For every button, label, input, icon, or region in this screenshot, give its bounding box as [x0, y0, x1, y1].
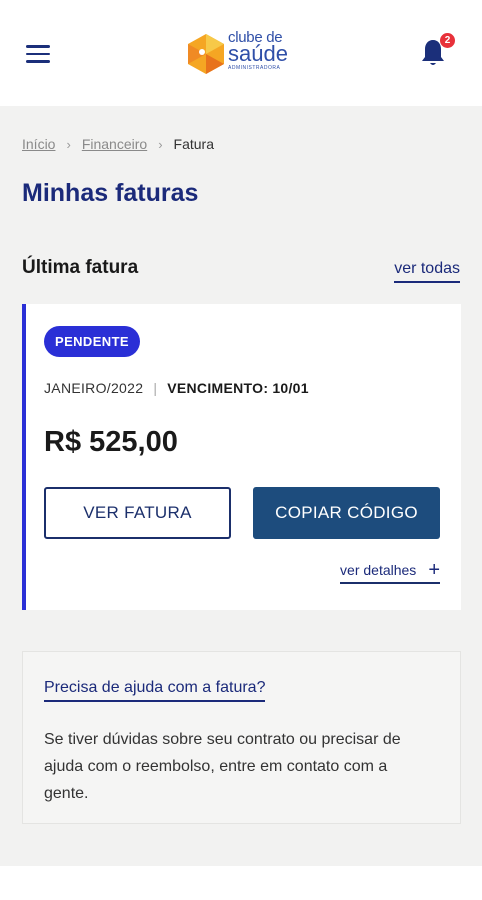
breadcrumb: Início › Financeiro › Fatura	[22, 136, 214, 152]
clube-de-saude-logo: clube de saúde ADMINISTRADORA	[186, 30, 298, 78]
invoice-card: PENDENTE JANEIRO/2022 | VENCIMENTO: 10/0…	[22, 304, 461, 610]
invoice-period: JANEIRO/2022	[44, 380, 144, 396]
main-content: Início › Financeiro › Fatura Minhas fatu…	[0, 106, 482, 866]
logo-hexagon-icon	[188, 34, 224, 74]
view-invoice-button[interactable]: VER FATURA	[44, 487, 231, 539]
due-date-value: 10/01	[272, 380, 309, 396]
hamburger-menu-icon[interactable]	[26, 45, 50, 63]
logo-text-sub: ADMINISTRADORA	[228, 65, 281, 71]
chevron-right-icon: ›	[66, 136, 71, 152]
app-header: clube de saúde ADMINISTRADORA 2	[0, 0, 482, 106]
help-text: Se tiver dúvidas sobre seu contrato ou p…	[44, 731, 401, 802]
due-date-label: VENCIMENTO:	[167, 380, 269, 396]
meta-divider: |	[153, 380, 158, 396]
status-badge: PENDENTE	[44, 326, 140, 357]
breadcrumb-current: Fatura	[173, 136, 214, 152]
invoice-meta: JANEIRO/2022 | VENCIMENTO: 10/01	[44, 380, 309, 396]
help-card: Precisa de ajuda com a fatura? Se tiver …	[22, 651, 461, 824]
help-link[interactable]: Precisa de ajuda com a fatura?	[44, 679, 266, 702]
breadcrumb-link-inicio[interactable]: Início	[22, 136, 55, 152]
copy-code-button[interactable]: COPIAR CÓDIGO	[253, 487, 440, 539]
page-title: Minhas faturas	[22, 179, 199, 207]
see-details-link[interactable]: ver detalhes +	[340, 559, 440, 584]
see-details-label: ver detalhes	[340, 562, 417, 578]
invoice-amount: R$ 525,00	[44, 426, 178, 458]
logo-text-main: saúde	[228, 41, 288, 66]
plus-icon: +	[428, 559, 440, 581]
chevron-right-icon: ›	[158, 136, 163, 152]
see-all-invoices-link[interactable]: ver todas	[394, 260, 460, 283]
section-title-last-invoice: Última fatura	[22, 257, 139, 278]
breadcrumb-link-financeiro[interactable]: Financeiro	[82, 136, 147, 152]
notification-badge: 2	[440, 33, 455, 48]
